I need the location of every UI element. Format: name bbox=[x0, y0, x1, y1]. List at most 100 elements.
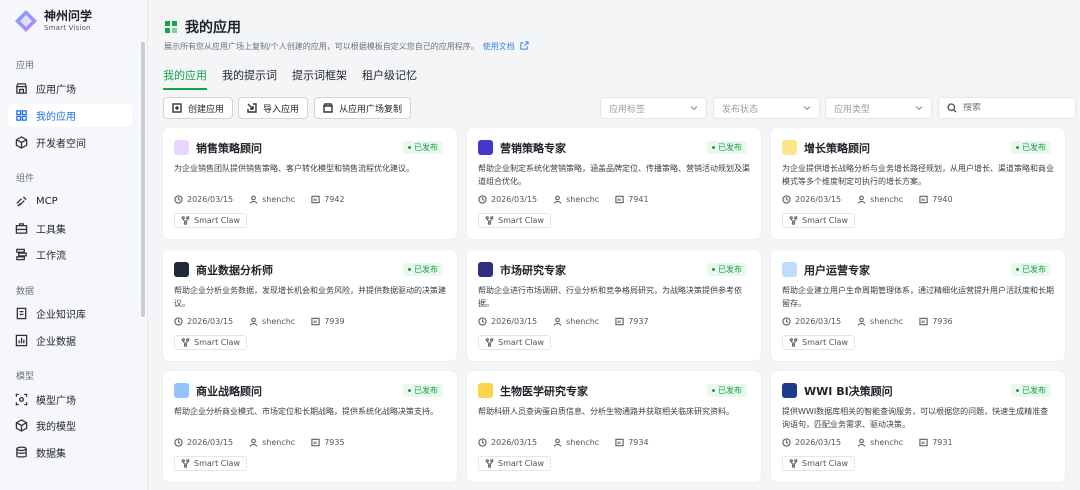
copy-from-store-label: 从应用广场复制 bbox=[339, 104, 403, 115]
app-meta: 2026/03/15 shenchc 7941 bbox=[478, 195, 665, 204]
import-app-label: 导入应用 bbox=[263, 104, 300, 115]
status-badge: 已发布 bbox=[707, 141, 747, 154]
external-link-icon[interactable] bbox=[520, 41, 529, 50]
tab-bar: 我的应用 我的提示词 提示词框架 租户级记忆 bbox=[163, 67, 432, 90]
app-description: 帮助企业分析业务数据，发现增长机会和业务风险，并提供数据驱动的决策建议。 bbox=[174, 286, 446, 308]
id-icon bbox=[615, 195, 624, 204]
user-icon bbox=[857, 438, 866, 447]
app-tag[interactable]: Smart Claw bbox=[478, 335, 551, 350]
search-box[interactable] bbox=[938, 97, 1076, 119]
app-description: 帮助科研人员查询蛋白质信息、分析生物通路并获取相关临床研究资料。 bbox=[478, 407, 734, 416]
sidebar-item-enterprise-data[interactable]: 企业数据 bbox=[8, 329, 132, 352]
search-icon bbox=[947, 103, 957, 113]
app-tag[interactable]: Smart Claw bbox=[174, 213, 247, 228]
app-date: 2026/03/15 bbox=[187, 438, 234, 447]
app-tag-label: Smart Claw bbox=[802, 338, 848, 347]
create-app-button[interactable]: 创建应用 bbox=[163, 97, 234, 119]
sidebar-item-datasets[interactable]: 数据集 bbox=[8, 441, 132, 464]
clock-icon bbox=[478, 317, 487, 326]
filter-publish-status-label: 发布状态 bbox=[722, 104, 759, 115]
sidebar-item-app-store[interactable]: 应用广场 bbox=[8, 77, 132, 100]
app-tag[interactable]: Smart Claw bbox=[478, 213, 551, 228]
app-owner: shenchc bbox=[566, 195, 600, 204]
filter-app-type[interactable]: 应用类型 bbox=[825, 97, 932, 119]
page-title: 我的应用 bbox=[185, 20, 241, 36]
filter-app-tag[interactable]: 应用标签 bbox=[600, 97, 707, 119]
app-card[interactable]: 营销策略专家 已发布 帮助企业制定系统化营销策略，涵盖品牌定位、传播策略、营销活… bbox=[467, 128, 761, 239]
status-badge: 已发布 bbox=[1011, 141, 1051, 154]
app-avatar bbox=[782, 383, 797, 398]
app-title: 营销策略专家 bbox=[500, 142, 566, 155]
app-title: 市场研究专家 bbox=[500, 264, 566, 277]
user-icon bbox=[249, 317, 258, 326]
sidebar-item-model-store[interactable]: 模型广场 bbox=[8, 388, 132, 411]
app-tag-label: Smart Claw bbox=[194, 459, 240, 468]
app-meta: 2026/03/15 shenchc 7939 bbox=[174, 317, 361, 326]
sidebar-item-label: 开发者空间 bbox=[36, 139, 86, 150]
brand-name: 神州问学 bbox=[44, 8, 93, 23]
app-description: 提供WWI数据库相关的智能查询服务，可以根据您的问题，快速生成精准查询语句，匹配… bbox=[782, 407, 1049, 429]
sidebar-item-label: 企业知识库 bbox=[36, 310, 86, 321]
sidebar-item-label: MCP bbox=[36, 196, 58, 207]
app-grid-icon bbox=[165, 21, 177, 33]
app-card[interactable]: 生物医学研究专家 已发布 帮助科研人员查询蛋白质信息、分析生物通路并获取相关临床… bbox=[467, 371, 761, 482]
sidebar-item-label: 数据集 bbox=[36, 449, 66, 460]
brand-logo[interactable]: 神州问学 Smart Vision bbox=[14, 9, 92, 33]
app-card[interactable]: 增长策略顾问 已发布 为企业提供增长战略分析与业务增长路径规划，从用户增长、渠道… bbox=[771, 128, 1065, 239]
app-card[interactable]: 商业数据分析师 已发布 帮助企业分析业务数据，发现增长机会和业务风险，并提供数据… bbox=[163, 250, 457, 361]
app-card[interactable]: 商业战略顾问 已发布 帮助企业分析商业模式、市场定位和长期战略，提供系统化战略决… bbox=[163, 371, 457, 482]
app-owner: shenchc bbox=[262, 317, 296, 326]
app-tag-label: Smart Claw bbox=[194, 338, 240, 347]
sidebar-item-toolset[interactable]: 工具集 bbox=[8, 217, 132, 240]
app-card[interactable]: 市场研究专家 已发布 帮助企业进行市场调研、行业分析和竞争格局研究，为战略决策提… bbox=[467, 250, 761, 361]
section-title-data: 数据 bbox=[16, 287, 35, 297]
sidebar-item-workflow[interactable]: 工作流 bbox=[8, 243, 132, 266]
id-icon bbox=[311, 317, 320, 326]
app-tag[interactable]: Smart Claw bbox=[782, 456, 855, 471]
app-description: 帮助企业建立用户生命周期管理体系，通过精细化运营提升用户活跃度和长期留存。 bbox=[782, 286, 1054, 308]
clock-icon bbox=[782, 317, 791, 326]
copy-from-store-button[interactable]: 从应用广场复制 bbox=[314, 97, 412, 119]
tab-tenant-memory[interactable]: 租户级记忆 bbox=[362, 67, 417, 90]
app-tag[interactable]: Smart Claw bbox=[478, 456, 551, 471]
sidebar-item-my-models[interactable]: 我的模型 bbox=[8, 414, 132, 437]
cube-icon bbox=[15, 136, 28, 149]
tab-my-apps[interactable]: 我的应用 bbox=[163, 67, 207, 90]
clock-icon bbox=[782, 438, 791, 447]
app-tag[interactable]: Smart Claw bbox=[782, 335, 855, 350]
sidebar-scrollbar[interactable] bbox=[141, 42, 145, 317]
sidebar-item-knowledge-base[interactable]: 企业知识库 bbox=[8, 302, 132, 325]
tab-prompt-framework[interactable]: 提示词框架 bbox=[292, 67, 347, 90]
app-avatar bbox=[782, 262, 797, 277]
filter-publish-status[interactable]: 发布状态 bbox=[713, 97, 820, 119]
sidebar-item-mcp[interactable]: MCP bbox=[8, 190, 132, 213]
sidebar-item-label: 工作流 bbox=[36, 251, 66, 262]
app-id: 7939 bbox=[324, 317, 345, 326]
app-id: 7937 bbox=[628, 317, 649, 326]
import-app-button[interactable]: 导入应用 bbox=[238, 97, 309, 119]
user-icon bbox=[553, 317, 562, 326]
tab-my-prompts[interactable]: 我的提示词 bbox=[222, 67, 277, 90]
app-avatar bbox=[478, 383, 493, 398]
app-date: 2026/03/15 bbox=[795, 317, 842, 326]
app-card[interactable]: 用户运营专家 已发布 帮助企业建立用户生命周期管理体系，通过精细化运营提升用户活… bbox=[771, 250, 1065, 361]
app-tag[interactable]: Smart Claw bbox=[174, 456, 247, 471]
clock-icon bbox=[782, 195, 791, 204]
clock-icon bbox=[174, 195, 183, 204]
description-text: 展示所有您从应用广场上复制/个人创建的应用，可以根据模板自定义您自己的应用程序。 bbox=[164, 42, 479, 51]
app-tag[interactable]: Smart Claw bbox=[782, 213, 855, 228]
doc-link[interactable]: 使用文档 bbox=[483, 42, 515, 51]
app-meta: 2026/03/15 shenchc 7942 bbox=[174, 195, 361, 204]
page-description: 展示所有您从应用广场上复制/个人创建的应用，可以根据模板自定义您自己的应用程序。… bbox=[164, 41, 529, 52]
sidebar-item-label: 我的应用 bbox=[36, 112, 76, 123]
id-icon bbox=[615, 317, 624, 326]
app-tag[interactable]: Smart Claw bbox=[174, 335, 247, 350]
sidebar-item-my-apps[interactable]: 我的应用 bbox=[8, 104, 132, 127]
app-card[interactable]: 销售策略顾问 已发布 为企业销售团队提供销售策略、客户转化模型和销售流程优化建议… bbox=[163, 128, 457, 239]
search-input[interactable] bbox=[963, 103, 1063, 113]
sidebar-item-developer-space[interactable]: 开发者空间 bbox=[8, 131, 132, 154]
app-card[interactable]: WWI BI决策顾问 已发布 提供WWI数据库相关的智能查询服务，可以根据您的问… bbox=[771, 371, 1065, 482]
app-id: 7936 bbox=[932, 317, 953, 326]
app-meta: 2026/03/15 shenchc 7935 bbox=[174, 438, 361, 447]
app-meta: 2026/03/15 shenchc 7937 bbox=[478, 317, 665, 326]
